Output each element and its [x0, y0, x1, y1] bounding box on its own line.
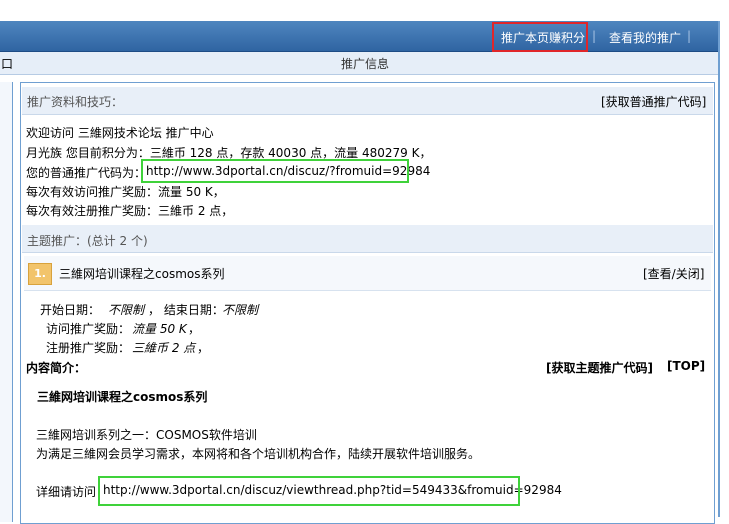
visit-reward-value: 流量 50 K — [132, 322, 187, 336]
register-reward-text: 每次有效注册推广奖励：三維币 2 点， — [26, 204, 234, 218]
intro-line-1: 三維网培训系列之一：COSMOS软件培训 — [36, 428, 257, 442]
promo-section-header: 推广资料和技巧： [获取普通推广代码] — [22, 87, 713, 115]
register-reward-label: 注册推广奖励： — [46, 341, 131, 355]
intro-line-2: 为满足三維网会员学习需求，本网将和各个培训机构合作，陆续开展软件培训服务。 — [36, 447, 481, 461]
detail-label: 详细请访问 — [36, 485, 97, 499]
intro-label: 内容简介： — [26, 361, 87, 375]
top-link[interactable]: [TOP] — [667, 359, 705, 373]
topic-title: 三維网培训课程之cosmos系列 — [59, 267, 225, 281]
left-column — [0, 82, 13, 522]
topic-item-header: 1. 三維网培训课程之cosmos系列 [查看/关闭] — [24, 256, 711, 291]
end-date-value: 不限制 — [222, 303, 259, 317]
topic-index-badge: 1. — [28, 263, 52, 285]
get-topic-code-link[interactable]: [获取主题推广代码] — [546, 359, 653, 376]
visit-reward-label: 访问推广奖励： — [46, 322, 131, 336]
register-reward-value: 三維币 2 点 — [132, 341, 196, 355]
view-close-toggle-link[interactable]: [查看/关闭] — [643, 265, 704, 282]
view-my-promotion-link[interactable]: 查看我的推广 — [609, 29, 681, 46]
green-highlight-box-code — [141, 159, 409, 183]
subheader-bar: 口 推广信息 — [0, 52, 718, 75]
page-title: 推广信息 — [341, 57, 390, 71]
visit-reward-text: 每次有效访问推广奖励：流量 50 K， — [26, 185, 225, 199]
green-highlight-box-detail — [98, 476, 520, 506]
start-date-label: 开始日期： — [40, 303, 101, 317]
welcome-text: 欢迎访问 三維网技术论坛 推广中心 — [26, 126, 214, 140]
content-panel: 推广资料和技巧： [获取普通推广代码] 欢迎访问 三維网技术论坛 推广中心 月光… — [20, 82, 715, 524]
topic-section-header: 主题推广：(总计 2 个) — [22, 225, 713, 253]
topic-section-title: 主题推广：(总计 2 个) — [27, 234, 148, 248]
top-nav-bar: 推广本页赚积分 | 查看我的推广 | — [0, 21, 718, 52]
nav-separator: | — [687, 29, 692, 43]
right-border — [718, 21, 720, 517]
code-prefix-label: 您的普通推广代码为： — [26, 166, 147, 180]
nav-separator: | — [592, 29, 597, 43]
start-date-value: 不限制 — [108, 303, 145, 317]
register-reward-end: ， — [197, 341, 210, 355]
end-date-label: ， 结束日期： — [148, 303, 224, 317]
promo-section-title: 推广资料和技巧： — [27, 95, 124, 109]
intro-title: 三維网培训课程之cosmos系列 — [37, 390, 208, 404]
visit-reward-end: ， — [188, 322, 201, 336]
get-normal-code-link[interactable]: [获取普通推广代码] — [601, 93, 706, 110]
subheader-left-glyph: 口 — [1, 57, 14, 71]
red-highlight-box — [492, 22, 588, 52]
